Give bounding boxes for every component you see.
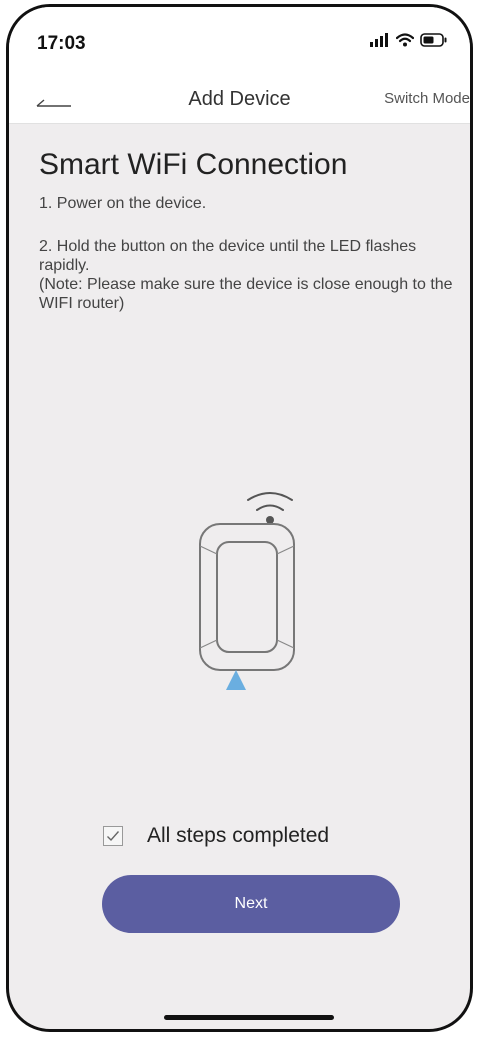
section-heading: Smart WiFi Connection <box>39 148 348 181</box>
wifi-icon <box>395 33 415 52</box>
checkbox-label: All steps completed <box>147 824 330 847</box>
checkmark-icon <box>107 831 120 842</box>
instruction-note: (Note: Please make sure the device is cl… <box>39 276 453 312</box>
main-content: Smart WiFi Connection 1. Power on the de… <box>9 124 470 1029</box>
instruction-step-1: 1. Power on the device. <box>39 195 207 212</box>
instruction-step-2: 2. Hold the button on the device until t… <box>39 238 417 274</box>
all-steps-completed-checkbox[interactable] <box>103 826 123 846</box>
cellular-signal-icon <box>370 33 390 52</box>
next-button[interactable]: Next <box>102 875 400 933</box>
wifi-device-illustration-icon <box>184 484 304 704</box>
home-indicator[interactable] <box>164 1015 334 1020</box>
switch-mode-button[interactable]: Switch Mode <box>384 90 470 107</box>
status-bar: 17:03 <box>9 7 470 77</box>
all-steps-completed-checkbox-row[interactable]: All steps completed <box>103 824 329 848</box>
phone-frame: 17:03 Add Device Switch Mode Smart WiFi … <box>6 4 473 1032</box>
led-indicator-icon <box>226 670 246 690</box>
battery-icon <box>420 33 448 52</box>
navigation-bar: Add Device Switch Mode <box>9 77 470 124</box>
status-icons <box>370 33 448 52</box>
status-time: 17:03 <box>37 33 86 54</box>
